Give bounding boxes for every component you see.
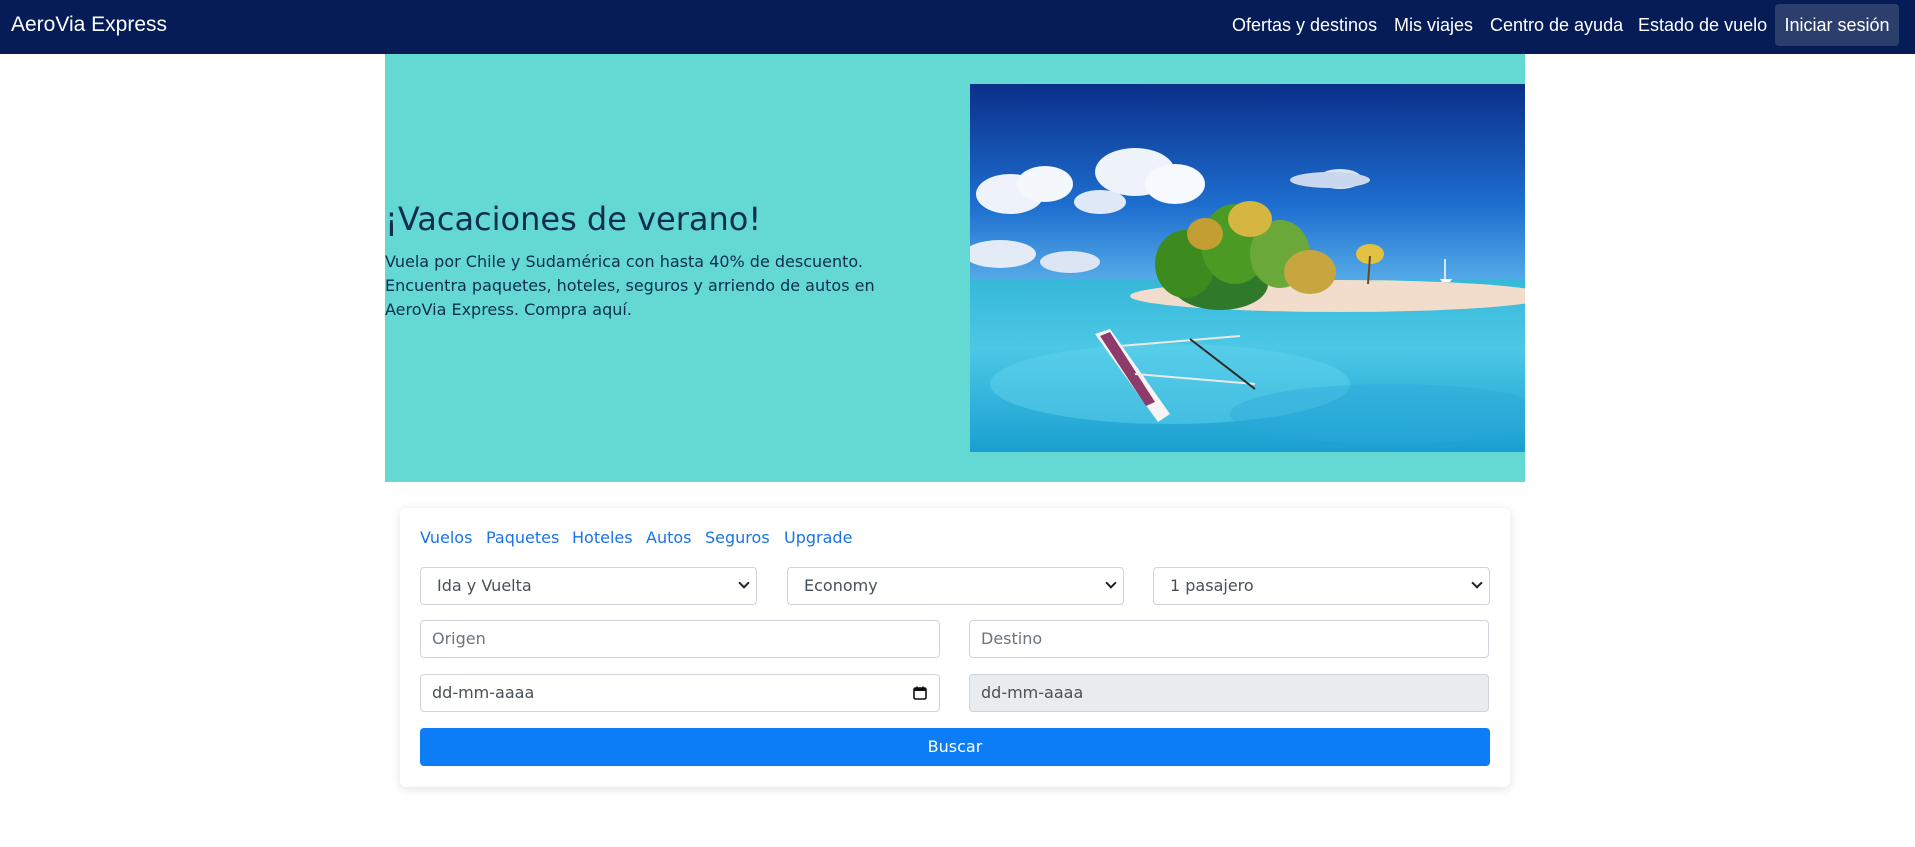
cabin-class-select[interactable]: Economy [787,567,1124,605]
tab-upgrade[interactable]: Upgrade [784,527,852,549]
calendar-icon[interactable] [913,686,927,700]
passengers-select[interactable]: 1 pasajero [1153,567,1490,605]
chevron-down-icon [1471,577,1483,589]
hero-title: ¡Vacaciones de verano! [385,200,762,238]
nav-link-my-trips[interactable]: Mis viajes [1394,13,1473,37]
brand-logo[interactable]: AeroVia Express [11,12,167,38]
tab-packages[interactable]: Paquetes [486,527,559,549]
trip-type-select[interactable]: Ida y Vuelta [420,567,757,605]
chevron-down-icon [738,577,750,589]
tab-cars[interactable]: Autos [646,527,691,549]
login-button[interactable]: Iniciar sesión [1775,4,1899,46]
destination-input[interactable]: Destino [969,620,1489,658]
nav-link-help-center[interactable]: Centro de ayuda [1490,13,1623,37]
passengers-value: 1 pasajero [1170,576,1254,595]
return-date-placeholder: dd-mm-aaaa [981,683,1084,702]
departure-date-placeholder: dd-mm-aaaa [432,683,535,702]
chevron-down-icon [1105,577,1117,589]
origin-placeholder: Origen [432,629,486,648]
hero-banner: ¡Vacaciones de verano! Vuela por Chile y… [385,54,1525,482]
tab-insurance[interactable]: Seguros [705,527,770,549]
search-card: Vuelos Paquetes Hoteles Autos Seguros Up… [400,508,1510,787]
departure-date-input[interactable]: dd-mm-aaaa [420,674,940,712]
hero-island-image [970,84,1525,452]
destination-placeholder: Destino [981,629,1043,648]
return-date-input: dd-mm-aaaa [969,674,1489,712]
search-button[interactable]: Buscar [420,728,1490,766]
nav-link-flight-status[interactable]: Estado de vuelo [1638,13,1767,37]
hero-description: Vuela por Chile y Sudamérica con hasta 4… [385,252,875,319]
tab-flights[interactable]: Vuelos [420,527,472,549]
tab-hotels[interactable]: Hoteles [572,527,633,549]
top-navbar: AeroVia Express Ofertas y destinos Mis v… [0,0,1915,54]
trip-type-value: Ida y Vuelta [437,576,532,595]
nav-link-offers[interactable]: Ofertas y destinos [1232,13,1377,37]
cabin-class-value: Economy [804,576,878,595]
origin-input[interactable]: Origen [420,620,940,658]
